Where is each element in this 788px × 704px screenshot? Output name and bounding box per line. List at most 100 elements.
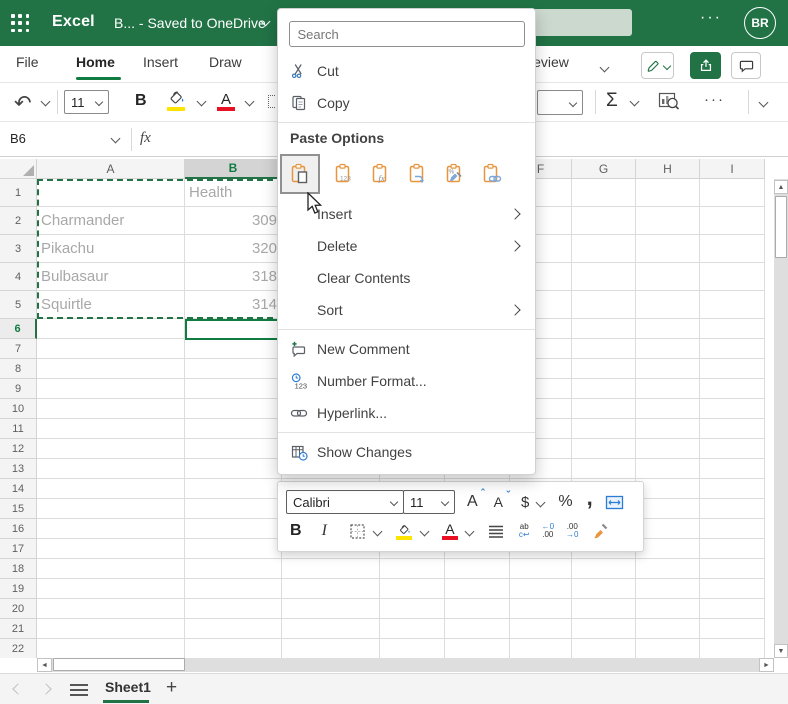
share-button[interactable] [690, 52, 721, 79]
cell-B11[interactable] [185, 419, 282, 439]
scroll-up-button[interactable]: ▲ [774, 180, 788, 194]
cell-B21[interactable] [185, 619, 282, 639]
cell-I4[interactable] [700, 263, 765, 291]
column-header-i[interactable]: I [700, 159, 765, 179]
font-name-select[interactable]: Calibri [286, 490, 404, 514]
more-tabs-chevron-icon[interactable] [599, 62, 610, 73]
all-sheets-menu-icon[interactable] [70, 681, 88, 699]
cell-B20[interactable] [185, 599, 282, 619]
cell-F18[interactable] [510, 559, 572, 579]
editing-mode-button[interactable] [641, 52, 674, 79]
cell-H21[interactable] [636, 619, 700, 639]
cell-B14[interactable] [185, 479, 282, 499]
tab-home[interactable]: Home [76, 54, 115, 70]
cell-G1[interactable] [572, 179, 636, 207]
font-size-select[interactable]: 11 [64, 90, 109, 114]
document-title[interactable]: B... - Saved to OneDrive [114, 15, 266, 31]
row-header-18[interactable]: 18 [0, 559, 37, 579]
cell-I17[interactable] [700, 539, 765, 559]
cell-B18[interactable] [185, 559, 282, 579]
cell-H16[interactable] [636, 519, 700, 539]
cell-H11[interactable] [636, 419, 700, 439]
decrease-font-size-icon[interactable]: Aˇ [494, 490, 510, 510]
cell-H8[interactable] [636, 359, 700, 379]
cell-I7[interactable] [700, 339, 765, 359]
cell-G20[interactable] [572, 599, 636, 619]
cell-I2[interactable] [700, 207, 765, 235]
cell-I1[interactable] [700, 179, 765, 207]
cell-F22[interactable] [510, 639, 572, 658]
cell-G22[interactable] [572, 639, 636, 658]
cell-G8[interactable] [572, 359, 636, 379]
cell-H2[interactable] [636, 207, 700, 235]
column-header-g[interactable]: G [572, 159, 636, 179]
cell-A6[interactable] [37, 319, 185, 339]
cell-H5[interactable] [636, 291, 700, 319]
cell-C19[interactable] [282, 579, 380, 599]
cell-A8[interactable] [37, 359, 185, 379]
cell-H20[interactable] [636, 599, 700, 619]
cell-H3[interactable] [636, 235, 700, 263]
cell-I15[interactable] [700, 499, 765, 519]
mini-font-color-icon[interactable]: A [441, 522, 458, 540]
cell-D21[interactable] [380, 619, 445, 639]
cell-B8[interactable] [185, 359, 282, 379]
paste-values-icon[interactable]: 123 [331, 154, 357, 194]
row-header-17[interactable]: 17 [0, 539, 37, 559]
cell-I5[interactable] [700, 291, 765, 319]
cell-G19[interactable] [572, 579, 636, 599]
font-color-icon[interactable]: A [221, 91, 231, 108]
row-header-2[interactable]: 2 [0, 207, 37, 235]
borders-chevron-icon[interactable] [372, 526, 383, 536]
cell-B3[interactable]: 320 [185, 235, 282, 263]
cell-G3[interactable] [572, 235, 636, 263]
cell-H10[interactable] [636, 399, 700, 419]
cell-F19[interactable] [510, 579, 572, 599]
cell-G18[interactable] [572, 559, 636, 579]
cell-I19[interactable] [700, 579, 765, 599]
cell-A5[interactable]: Squirtle [37, 291, 185, 319]
menu-item-show-changes[interactable]: Show Changes [278, 436, 535, 468]
paste-link-icon[interactable] [479, 154, 505, 194]
font-color-chevron-icon[interactable] [244, 96, 255, 107]
cell-A17[interactable] [37, 539, 185, 559]
avatar[interactable]: BR [744, 7, 776, 39]
cell-B9[interactable] [185, 379, 282, 399]
number-format-select[interactable] [537, 90, 583, 115]
header-more-button[interactable]: ··· [700, 9, 722, 27]
cell-G11[interactable] [572, 419, 636, 439]
cell-I10[interactable] [700, 399, 765, 419]
row-header-3[interactable]: 3 [0, 235, 37, 263]
menu-item-sort[interactable]: Sort [278, 294, 535, 326]
paste-icon[interactable] [280, 154, 320, 194]
borders-icon[interactable] [349, 523, 366, 540]
cell-A3[interactable]: Pikachu [37, 235, 185, 263]
cell-E21[interactable] [445, 619, 510, 639]
cell-A4[interactable]: Bulbasaur [37, 263, 185, 291]
column-header-h[interactable]: H [636, 159, 700, 179]
cell-C22[interactable] [282, 639, 380, 658]
cell-H13[interactable] [636, 459, 700, 479]
menu-item-copy[interactable]: Copy [278, 87, 535, 119]
cell-I11[interactable] [700, 419, 765, 439]
row-header-13[interactable]: 13 [0, 459, 37, 479]
scroll-right-button[interactable]: ► [759, 658, 774, 672]
cell-C20[interactable] [282, 599, 380, 619]
cell-B10[interactable] [185, 399, 282, 419]
active-cell-outline[interactable] [185, 319, 284, 340]
cell-A14[interactable] [37, 479, 185, 499]
cell-H17[interactable] [636, 539, 700, 559]
paste-transpose-icon[interactable] [405, 154, 431, 194]
row-header-4[interactable]: 4 [0, 263, 37, 291]
cell-G6[interactable] [572, 319, 636, 339]
menu-item-new-comment[interactable]: New Comment [278, 333, 535, 365]
cell-H18[interactable] [636, 559, 700, 579]
fx-icon[interactable]: fx [140, 130, 151, 147]
sheet-tab-sheet1[interactable]: Sheet1 [103, 679, 153, 695]
add-sheet-button[interactable]: + [166, 677, 177, 699]
row-header-19[interactable]: 19 [0, 579, 37, 599]
undo-icon[interactable]: ↶ [14, 91, 32, 116]
fill-color-chevron-icon[interactable] [196, 96, 207, 107]
cell-A1[interactable] [37, 179, 185, 207]
cell-H12[interactable] [636, 439, 700, 459]
